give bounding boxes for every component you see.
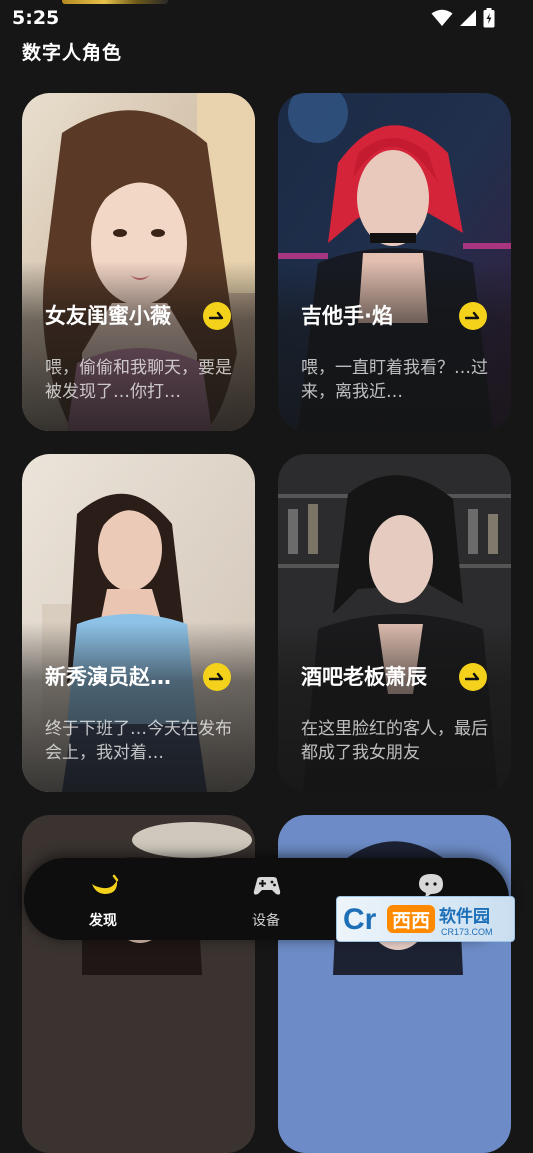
- status-icons: [431, 8, 495, 28]
- card-name: 酒吧老板萧辰: [301, 665, 427, 689]
- role-card-3[interactable]: 新秀演员赵… 终于下班了…今天在发布会上，我对着…: [22, 454, 255, 792]
- watermark-logo: Cr 西西 软件园 CR173.COM: [336, 896, 515, 942]
- gamepad-icon: [252, 870, 282, 900]
- wifi-icon: [431, 9, 453, 27]
- card-name: 新秀演员赵…: [45, 665, 171, 689]
- card-name: 吉他手·焰: [301, 304, 393, 328]
- card-name: 女友闺蜜小薇: [45, 304, 171, 328]
- card-3-shade: [22, 622, 255, 792]
- card-description: 喂，一直盯着我看？…过来，离我近…: [301, 358, 488, 402]
- arrow-right-icon[interactable]: [459, 663, 487, 691]
- tab-devices[interactable]: 设备: [216, 858, 316, 940]
- role-card-2[interactable]: 吉他手·焰 喂，一直盯着我看？…过来，离我近…: [278, 93, 511, 431]
- battery-icon: [483, 8, 495, 28]
- card-1-shade: [22, 261, 255, 431]
- arrow-right-icon[interactable]: [203, 302, 231, 330]
- banana-icon: [89, 870, 119, 900]
- tab-label: 发现: [89, 913, 117, 929]
- arrow-right-icon[interactable]: [203, 663, 231, 691]
- card-2-shade: [278, 261, 511, 431]
- card-4-shade: [278, 622, 511, 792]
- status-time: 5:25: [12, 7, 60, 29]
- svg-text:Cr: Cr: [343, 903, 377, 936]
- arrow-right-icon[interactable]: [459, 302, 487, 330]
- svg-text:CR173.COM: CR173.COM: [441, 927, 493, 937]
- card-description: 喂，偷偷和我聊天，要是被发现了…你打…: [45, 358, 232, 402]
- role-card-4[interactable]: 酒吧老板萧辰 在这里脸红的客人，最后都成了我女朋友: [278, 454, 511, 792]
- card-description: 终于下班了…今天在发布会上，我对着…: [45, 719, 232, 763]
- card-description: 在这里脸红的客人，最后都成了我女朋友: [301, 719, 488, 763]
- svg-text:软件园: 软件园: [439, 906, 490, 927]
- cellular-signal-icon: [459, 9, 477, 27]
- role-card-1[interactable]: 女友闺蜜小薇 喂，偷偷和我聊天，要是被发现了…你打…: [22, 93, 255, 431]
- tab-discover[interactable]: 发现: [53, 858, 153, 940]
- tab-label: 设备: [252, 913, 280, 929]
- status-bar: 5:25: [0, 0, 533, 36]
- svg-text:西西: 西西: [392, 910, 430, 932]
- top-decorative-strip: [62, 0, 168, 4]
- section-title: 数字人角色: [22, 42, 123, 64]
